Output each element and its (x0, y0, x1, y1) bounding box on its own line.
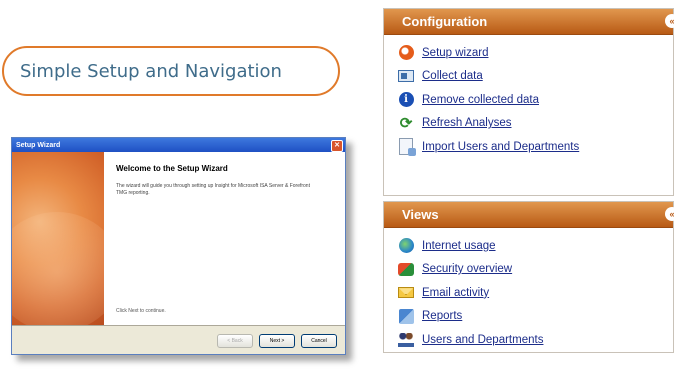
config-item-import-users[interactable]: Import Users and Departments (398, 135, 673, 159)
config-item-label[interactable]: Refresh Analyses (422, 117, 512, 129)
refresh-icon: ⟳ (399, 115, 413, 133)
view-item-label[interactable]: Security overview (422, 263, 512, 275)
cancel-button[interactable]: Cancel (301, 334, 337, 348)
wizard-next-hint: Click Next to continue. (116, 308, 166, 314)
globe-icon (398, 238, 414, 254)
collapse-icon[interactable]: « (665, 207, 674, 221)
config-item-label[interactable]: Remove collected data (422, 94, 539, 106)
wizard-title-bar: Setup Wizard ✕ (12, 138, 345, 152)
view-item-security-overview[interactable]: Security overview (398, 258, 673, 282)
shield-icon (398, 261, 414, 277)
back-button[interactable]: < Back (217, 334, 253, 348)
setup-wizard-window: Setup Wizard ✕ Welcome to the Setup Wiza… (11, 137, 346, 355)
config-item-collect-data[interactable]: Collect data (398, 65, 673, 89)
configuration-panel-title: Configuration (402, 14, 488, 29)
view-item-label[interactable]: Users and Departments (422, 334, 543, 346)
views-panel-header[interactable]: Views « (384, 202, 674, 228)
config-item-label[interactable]: Import Users and Departments (422, 141, 579, 153)
view-item-label[interactable]: Internet usage (422, 240, 496, 252)
view-item-reports[interactable]: Reports (398, 305, 673, 329)
view-item-internet-usage[interactable]: Internet usage (398, 234, 673, 258)
import-icon (398, 138, 416, 157)
config-item-remove-collected-data[interactable]: i Remove collected data (398, 88, 673, 112)
view-item-email-activity[interactable]: Email activity (398, 281, 673, 305)
view-item-users-departments[interactable]: Users and Departments (398, 328, 673, 352)
users-icon (398, 332, 414, 348)
next-button[interactable]: Next > (259, 334, 295, 348)
collapse-icon[interactable]: « (665, 14, 674, 28)
views-panel-title: Views (402, 207, 439, 222)
wizard-side-image (12, 152, 104, 326)
view-item-label[interactable]: Email activity (422, 287, 489, 299)
reports-icon (398, 308, 414, 324)
wizard-body: Welcome to the Setup Wizard The wizard w… (12, 152, 345, 326)
config-item-label[interactable]: Setup wizard (422, 47, 488, 59)
wizard-content: Welcome to the Setup Wizard The wizard w… (104, 152, 345, 326)
section-heading-text: Simple Setup and Navigation (20, 60, 282, 82)
wizard-description: The wizard will guide you through settin… (116, 183, 310, 196)
mail-icon (398, 285, 414, 301)
wizard-icon (398, 45, 414, 61)
config-item-setup-wizard[interactable]: Setup wizard (398, 41, 673, 65)
collect-data-icon (398, 68, 414, 84)
section-heading: Simple Setup and Navigation (2, 46, 340, 96)
wizard-buttons: < Back Next > Cancel (217, 334, 337, 348)
configuration-panel-header[interactable]: Configuration « (384, 9, 674, 35)
wizard-divider (12, 325, 345, 326)
configuration-panel: Configuration « Setup wizard Collect dat… (383, 8, 674, 196)
config-item-refresh-analyses[interactable]: ⟳ Refresh Analyses (398, 112, 673, 136)
info-icon: i (398, 92, 414, 108)
views-panel: Views « Internet usage Security overview… (383, 201, 674, 353)
view-item-label[interactable]: Reports (422, 310, 462, 322)
close-icon[interactable]: ✕ (331, 140, 343, 152)
wizard-title: Setup Wizard (16, 141, 61, 149)
wizard-heading: Welcome to the Setup Wizard (116, 164, 228, 173)
config-item-label[interactable]: Collect data (422, 70, 483, 82)
